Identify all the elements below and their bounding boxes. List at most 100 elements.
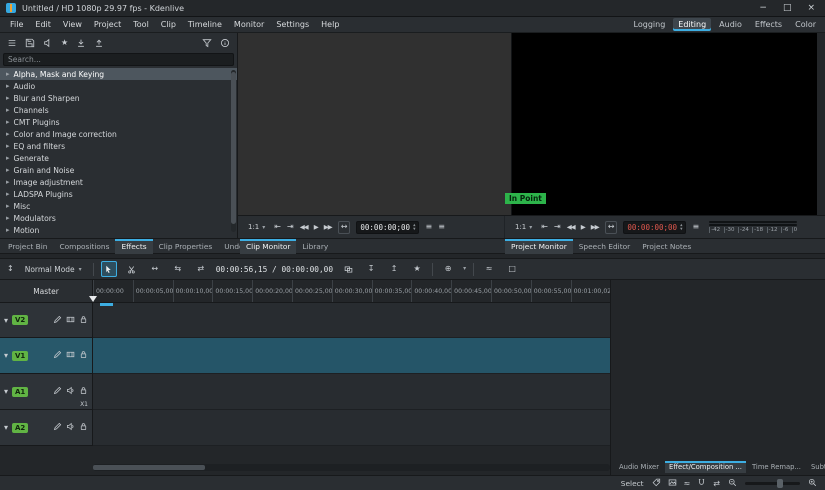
close-button[interactable]: ×	[807, 4, 815, 13]
timeline-ruler[interactable]: 00:00:00 00:00:05,00 00:00:10,00 00:00:1…	[93, 280, 610, 303]
minimize-button[interactable]: −	[759, 4, 767, 13]
menu-clip[interactable]: Clip	[155, 18, 182, 31]
zone-out-icon[interactable]: ⇥	[554, 223, 561, 231]
spacer-tool-button[interactable]: ↔	[147, 261, 163, 277]
razor-tool-button[interactable]	[124, 261, 140, 277]
maximize-button[interactable]: □	[783, 4, 792, 13]
menu-file[interactable]: File	[4, 18, 29, 31]
zone-out-icon[interactable]: ⇥	[287, 223, 294, 231]
track-body-v1[interactable]	[93, 338, 610, 374]
tab-subtitles[interactable]: Subtitles	[807, 461, 825, 473]
collapse-icon[interactable]: ▾	[4, 316, 8, 325]
effect-category[interactable]: ▸Modulators	[0, 212, 237, 224]
tab-speech-editor[interactable]: Speech Editor	[573, 239, 636, 254]
render-icon[interactable]	[43, 38, 53, 48]
timeline-zoom-slider[interactable]	[745, 482, 800, 485]
timeline-position-timecode[interactable]: 00:00:56,15 / 00:00:00,00	[216, 265, 333, 274]
tab-compositions[interactable]: Compositions	[53, 239, 115, 254]
track-head-a1[interactable]: ▾ A1 X1	[0, 374, 93, 410]
effect-category[interactable]: ▸Misc	[0, 200, 237, 212]
collapse-icon[interactable]: ▾	[4, 387, 8, 396]
timeline-zone-marker[interactable]	[100, 303, 113, 306]
search-input[interactable]	[3, 53, 234, 66]
clip-timecode[interactable]: 00:00:00;00 ▲▼	[356, 221, 419, 234]
effect-category[interactable]: ▸Audio	[0, 80, 237, 92]
play-icon[interactable]: ▶	[314, 224, 318, 231]
favorite-effects-icon[interactable]: ★	[61, 39, 68, 47]
filter-icon[interactable]	[202, 38, 212, 48]
tab-audio-mixer[interactable]: Audio Mixer	[615, 461, 663, 473]
play-icon[interactable]: ▶	[581, 224, 585, 231]
tab-project-monitor[interactable]: Project Monitor	[505, 239, 573, 254]
track-head-a2[interactable]: ▾ A2	[0, 410, 93, 446]
audio-level-icon[interactable]: ≡	[425, 223, 432, 231]
collapse-icon[interactable]: ▾	[4, 351, 8, 360]
menu-edit[interactable]: Edit	[29, 18, 57, 31]
edit-mode-dropdown[interactable]: Normal Mode ▾	[21, 264, 86, 275]
effect-category[interactable]: ▸EQ and filters	[0, 140, 237, 152]
effect-category[interactable]: ▸Generate	[0, 152, 237, 164]
upload-icon[interactable]	[94, 38, 104, 48]
video-track-icon[interactable]	[66, 315, 75, 326]
menu-monitor[interactable]: Monitor	[228, 18, 270, 31]
rewind-icon[interactable]: ◀◀	[567, 224, 575, 231]
workspace-logging[interactable]: Logging	[629, 18, 671, 31]
track-head-v2[interactable]: ▾ V2	[0, 303, 93, 338]
zoom-in-icon[interactable]	[808, 478, 817, 489]
video-track-icon[interactable]	[66, 350, 75, 361]
zone-in-icon[interactable]: ⇤	[541, 223, 548, 231]
workspace-audio[interactable]: Audio	[714, 18, 747, 31]
tab-effect-composition-stack[interactable]: Effect/Composition ...	[665, 461, 746, 473]
track-tag[interactable]: V2	[12, 315, 28, 325]
tab-project-bin[interactable]: Project Bin	[2, 239, 53, 254]
menu-settings[interactable]: Settings	[270, 18, 315, 31]
timeline-hscrollbar[interactable]	[93, 464, 610, 471]
track-body-a2[interactable]	[93, 410, 610, 446]
menu-view[interactable]: View	[57, 18, 88, 31]
forward-icon[interactable]: ▶▶	[324, 224, 332, 231]
tab-clip-properties[interactable]: Clip Properties	[153, 239, 219, 254]
auto-transitions-icon[interactable]: ⇄	[713, 479, 720, 488]
zone-in-icon[interactable]: ⇤	[274, 223, 281, 231]
edit-icon[interactable]	[53, 386, 62, 397]
zoom-slider-handle[interactable]	[777, 479, 783, 488]
extract-zone-icon[interactable]: ↥	[386, 261, 402, 277]
tab-project-notes[interactable]: Project Notes	[636, 239, 697, 254]
menu-icon[interactable]	[7, 38, 17, 48]
download-icon[interactable]	[76, 38, 86, 48]
project-timecode[interactable]: 00:00:00;00 ▲▼	[623, 221, 686, 234]
effect-category[interactable]: ▸Channels	[0, 104, 237, 116]
menu-timeline[interactable]: Timeline	[182, 18, 228, 31]
project-zoom-dropdown[interactable]: 1:1 ▾	[512, 222, 535, 232]
slip-tool-button[interactable]: ⇆	[170, 261, 186, 277]
speaker-icon[interactable]	[66, 386, 75, 397]
master-button[interactable]: Master	[0, 280, 93, 303]
effect-category[interactable]: ▸Color and Image correction	[0, 128, 237, 140]
audio-thumbnails-icon[interactable]: ≈	[481, 261, 497, 277]
effect-category[interactable]: ▸Alpha, Mask and Keying	[0, 68, 237, 80]
track-body-a1[interactable]	[93, 374, 610, 410]
lock-icon[interactable]	[79, 315, 88, 326]
effects-scrollbar[interactable]	[231, 70, 236, 232]
edit-icon[interactable]	[53, 422, 62, 433]
tag-icon[interactable]	[652, 478, 661, 489]
track-body-v2[interactable]	[93, 303, 610, 338]
marker-icon[interactable]: ⊕	[440, 261, 456, 277]
video-thumbnails-icon[interactable]: □	[504, 261, 520, 277]
workspace-effects[interactable]: Effects	[750, 18, 787, 31]
menu-help[interactable]: Help	[315, 18, 345, 31]
mix-clips-icon[interactable]	[340, 261, 356, 277]
insert-zone-icon[interactable]: ↧	[363, 261, 379, 277]
collapse-icon[interactable]: ▾	[4, 423, 8, 432]
snap-icon[interactable]	[697, 478, 706, 489]
save-icon[interactable]	[25, 38, 35, 48]
menu-project[interactable]: Project	[88, 18, 127, 31]
workspace-color[interactable]: Color	[790, 18, 821, 31]
effect-category[interactable]: ▸Blur and Sharpen	[0, 92, 237, 104]
lock-icon[interactable]	[79, 386, 88, 397]
tab-time-remap[interactable]: Time Remap...	[748, 461, 805, 473]
effect-category[interactable]: ▸Grain and Noise	[0, 164, 237, 176]
track-head-v1[interactable]: ▾ V1	[0, 338, 93, 374]
edit-icon[interactable]	[53, 350, 62, 361]
clip-zoom-dropdown[interactable]: 1:1 ▾	[245, 222, 268, 232]
